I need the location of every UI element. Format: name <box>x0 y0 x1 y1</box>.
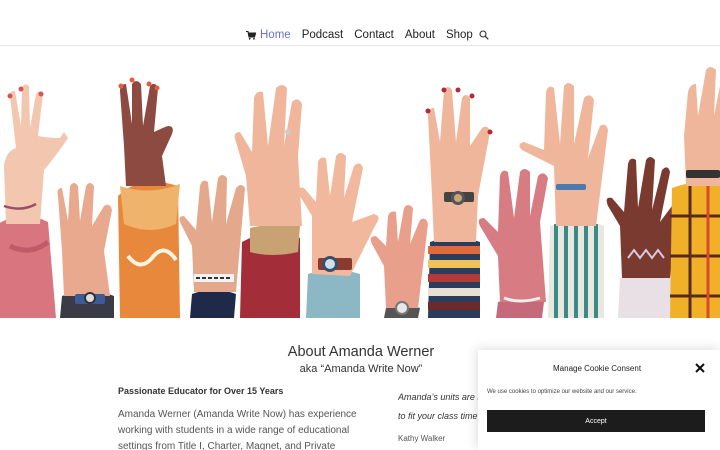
cookie-title: Manage Cookie Consent <box>553 364 642 373</box>
raised-hands-illustration <box>0 67 720 318</box>
bio-paragraph: Amanda Werner (Amanda Write Now) has exp… <box>118 409 357 450</box>
hand-8 <box>425 87 493 318</box>
testimonial: Amanda’s units are so to fit your class … <box>398 388 488 443</box>
nav-item-home[interactable]: Home <box>246 29 291 41</box>
hand-11 <box>606 157 678 318</box>
site-header: Home Podcast Contact About Shop <box>0 0 720 46</box>
main-nav: Home Podcast Contact About Shop <box>246 29 489 41</box>
hand-5 <box>179 175 245 318</box>
nav-item-about[interactable]: About <box>405 29 435 41</box>
hand-3 <box>57 183 114 318</box>
nav-item-contact[interactable]: Contact <box>354 29 394 41</box>
nav-label-home: Home <box>260 29 291 41</box>
cart-icon[interactable] <box>246 30 256 40</box>
testimonial-author: Kathy Walker <box>398 434 446 443</box>
cookie-text: We use cookies to optimize our website a… <box>487 389 637 395</box>
hero-image <box>0 46 720 318</box>
testimonial-quote-line2: to fit your class time, a <box>398 411 488 421</box>
hand-2 <box>118 77 180 318</box>
hand-1 <box>0 84 68 318</box>
nav-label-contact: Contact <box>354 29 394 41</box>
accept-button[interactable]: Accept <box>487 410 705 432</box>
hand-7 <box>370 205 428 318</box>
about-bio: Passionate Educator for Over 15 Years Am… <box>118 386 358 450</box>
cookie-consent-panel: Manage Cookie Consent We use cookies to … <box>478 350 720 450</box>
hand-12 <box>670 67 720 318</box>
hand-9 <box>478 169 548 318</box>
close-icon[interactable] <box>695 363 705 373</box>
testimonial-quote-line1: Amanda’s units are so <box>398 392 487 402</box>
nav-label-about: About <box>404 29 435 41</box>
nav-item-podcast[interactable]: Podcast <box>302 29 344 41</box>
nav-label-podcast: Podcast <box>301 29 344 41</box>
hand-6 <box>298 153 379 318</box>
nav-label-shop: Shop <box>445 29 473 41</box>
bio-heading: Passionate Educator for Over 15 Years <box>118 386 284 396</box>
hand-4 <box>234 85 302 318</box>
nav-item-shop[interactable]: Shop <box>446 29 473 41</box>
search-icon[interactable] <box>479 30 489 40</box>
